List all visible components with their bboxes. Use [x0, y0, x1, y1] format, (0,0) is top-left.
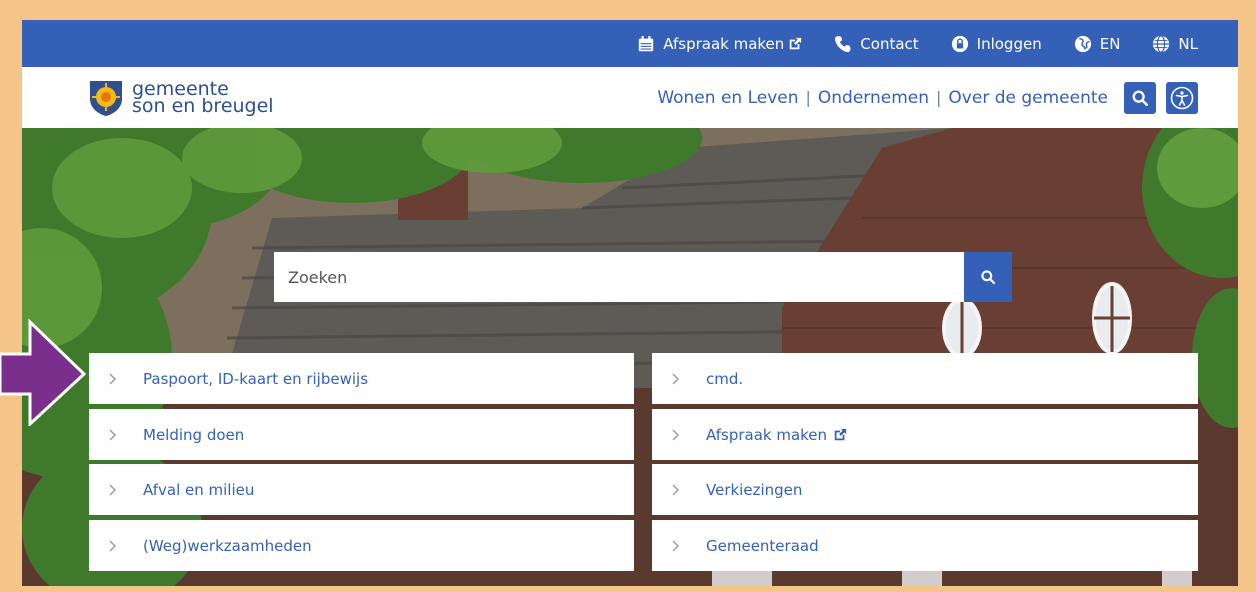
chevron-right-icon — [672, 539, 680, 552]
globe-icon — [1153, 34, 1170, 53]
municipality-crest-icon — [90, 80, 122, 116]
language-nl-label: NL — [1178, 34, 1198, 53]
logo-line-2: son en breugel — [132, 94, 274, 117]
chevron-right-icon — [109, 539, 117, 552]
login-link[interactable]: Inloggen — [951, 35, 1042, 53]
site-header: gemeente son en breugel Wonen en Leven |… — [22, 67, 1238, 128]
search-submit-button[interactable] — [964, 252, 1012, 302]
tile-label: Afspraak maken — [706, 425, 828, 444]
chevron-right-icon — [109, 372, 117, 385]
globe-africa-icon — [1074, 35, 1091, 52]
chevron-right-icon — [672, 372, 680, 385]
calendar-icon — [639, 35, 654, 51]
phone-icon — [835, 35, 851, 52]
external-link-icon — [834, 428, 847, 440]
tile-label: Verkiezingen — [706, 480, 803, 499]
tile-afspraak[interactable]: Afspraak maken — [652, 409, 1198, 460]
language-en-label: EN — [1099, 34, 1121, 53]
tile-label: Afval en milieu — [143, 480, 255, 499]
utility-bar: Afspraak maken Contact Inloggen EN NL — [22, 20, 1238, 67]
chevron-right-icon — [672, 483, 680, 496]
contact-link[interactable]: Contact — [834, 34, 919, 53]
appointment-label: Afspraak maken — [663, 34, 785, 53]
search-bar — [274, 252, 1012, 302]
chevron-right-icon — [672, 428, 680, 441]
search-icon — [1132, 90, 1149, 106]
search-input[interactable] — [274, 252, 964, 302]
tile-verkiezingen[interactable]: Verkiezingen — [652, 464, 1198, 515]
site-logo[interactable]: gemeente son en breugel — [88, 79, 274, 117]
tile-cmd[interactable]: cmd. — [652, 353, 1198, 404]
language-en-link[interactable]: EN — [1074, 34, 1121, 53]
nav-separator: | — [936, 88, 942, 107]
tile-melding[interactable]: Melding doen — [89, 409, 634, 460]
tile-gemeenteraad[interactable]: Gemeenteraad — [652, 520, 1198, 571]
accessibility-icon — [1170, 86, 1194, 109]
hero-section: Paspoort, ID-kaart en rijbewijs Melding … — [22, 128, 1238, 586]
logo-text: gemeente son en breugel — [132, 79, 274, 117]
tile-label: (Weg)werkzaamheden — [143, 536, 312, 555]
nav-separator: | — [805, 88, 811, 107]
external-link-icon — [790, 37, 802, 49]
search-icon — [981, 270, 996, 285]
nav-item-wonen[interactable]: Wonen en Leven — [657, 88, 798, 108]
tile-afval[interactable]: Afval en milieu — [89, 464, 634, 515]
accessibility-button[interactable] — [1166, 81, 1198, 114]
tile-label: Paspoort, ID-kaart en rijbewijs — [143, 369, 369, 388]
contact-label: Contact — [860, 34, 919, 53]
annotation-arrow-icon — [0, 318, 87, 426]
language-nl-link[interactable]: NL — [1152, 35, 1198, 53]
appointment-link[interactable]: Afspraak maken — [637, 35, 802, 53]
login-label: Inloggen — [976, 34, 1042, 53]
chevron-right-icon — [109, 428, 117, 441]
tile-label: cmd. — [706, 369, 744, 388]
tile-paspoort[interactable]: Paspoort, ID-kaart en rijbewijs — [89, 353, 634, 404]
tile-label: Melding doen — [143, 425, 245, 444]
lock-icon — [951, 35, 968, 52]
browser-viewport: Afspraak maken Contact Inloggen EN NL ge… — [22, 20, 1238, 586]
nav-item-over[interactable]: Over de gemeente — [948, 88, 1108, 108]
chevron-right-icon — [109, 483, 117, 496]
header-search-button[interactable] — [1124, 81, 1156, 114]
tile-werkzaamheden[interactable]: (Weg)werkzaamheden — [89, 520, 634, 571]
main-nav: Wonen en Leven | Ondernemen | Over de ge… — [657, 81, 1198, 114]
tile-label: Gemeenteraad — [706, 536, 819, 555]
nav-item-ondernemen[interactable]: Ondernemen — [818, 88, 929, 108]
tile-label-with-icon: Afspraak maken — [706, 426, 847, 444]
